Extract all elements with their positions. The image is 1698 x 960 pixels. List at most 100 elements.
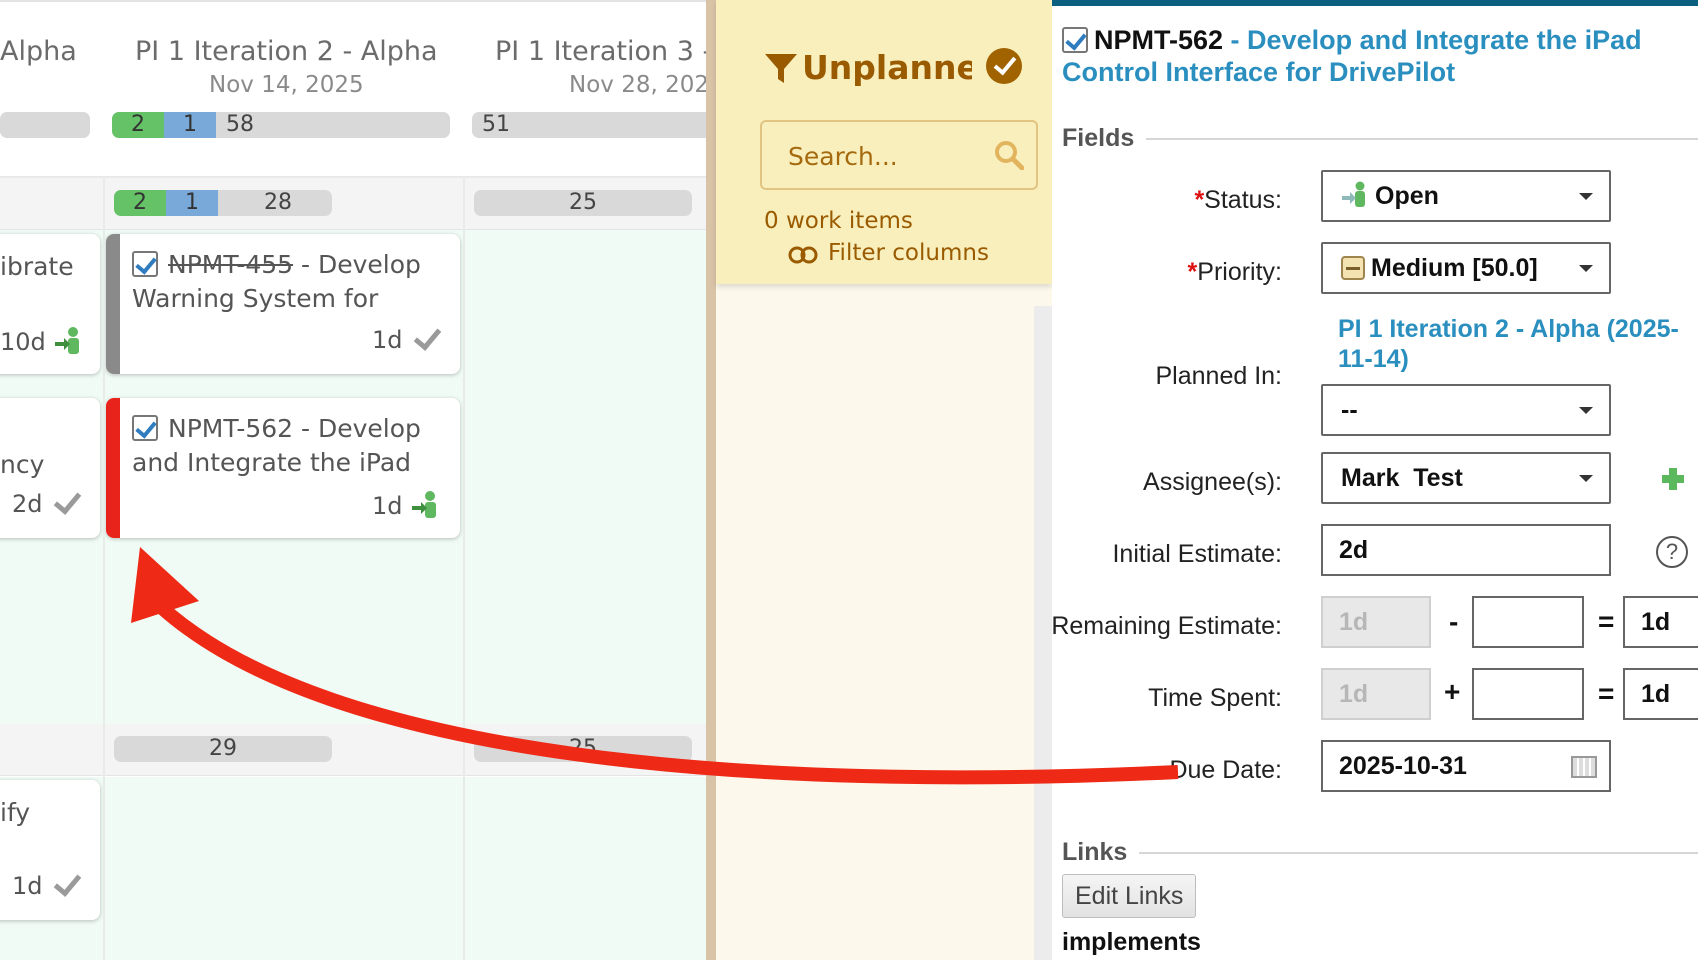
card-key[interactable]: NPMT-562 (168, 414, 293, 443)
move-user-icon (412, 491, 437, 518)
time-spent-current: 1d (1321, 668, 1431, 720)
task-checkbox-icon (1062, 27, 1088, 53)
due-date-input[interactable]: 2025-10-31 (1321, 740, 1611, 792)
detail-title: NPMT-562 - Develop and Integrate the iPa… (1062, 24, 1692, 88)
confirm-check-icon[interactable] (986, 48, 1022, 84)
estimate-value: 1d (372, 326, 403, 354)
required-mark: * (1187, 258, 1198, 286)
progress-remaining: 28 (264, 190, 292, 215)
card-estimate: 1d (12, 872, 80, 900)
progress-bar: 2 1 58 (112, 112, 450, 138)
work-item-card[interactable]: ify 1d (0, 780, 100, 920)
section-divider (1132, 852, 1698, 854)
links-section-header: Links (1062, 838, 1140, 867)
check-icon (410, 326, 440, 352)
progress-remaining: 29 (209, 736, 237, 761)
card-estimate: 10d (0, 326, 83, 356)
priority-value: Medium [50.0] (1371, 254, 1538, 282)
assignee-label: Assignee(s): (1143, 468, 1282, 496)
card-estimate: 1d (372, 490, 440, 520)
equals-operator: = (1598, 606, 1615, 637)
work-item-card-npmt-562[interactable]: NPMT-562 - Develop and Integrate the iPa… (106, 398, 460, 538)
priority-medium-icon (1341, 256, 1365, 280)
card-title-part: - Develop (293, 250, 421, 279)
column-divider (103, 178, 105, 960)
status-select[interactable]: Open (1321, 170, 1611, 222)
work-item-card[interactable]: ibrate 10d (0, 234, 100, 374)
priority-label: *Priority: (1188, 258, 1282, 287)
required-mark: * (1194, 186, 1205, 214)
chevron-down-icon (1579, 407, 1593, 414)
work-item-card-npmt-455[interactable]: NPMT-455 - Develop Warning System for 1d (106, 234, 460, 374)
initial-estimate-label: Initial Estimate: (1112, 540, 1282, 568)
task-checkbox-icon (132, 415, 158, 441)
swimlane-bar: 25 (474, 190, 692, 216)
card-key[interactable]: NPMT-455 (168, 250, 293, 279)
remaining-estimate-current: 1d (1321, 596, 1431, 648)
column-title: Alpha (0, 36, 77, 67)
card-title-line2: Warning System for (132, 284, 379, 313)
time-spent-adjust[interactable] (1472, 668, 1584, 720)
initial-estimate-input[interactable]: 2d (1321, 524, 1611, 576)
board-cell (465, 230, 706, 725)
card-estimate: 2d (12, 490, 80, 518)
priority-select[interactable]: Medium [50.0] (1321, 242, 1611, 294)
planning-board: Alpha PI 1 Iteration 2 - Alpha Nov 14, 2… (0, 0, 706, 960)
progress-bar: 51 (472, 112, 706, 138)
search-input[interactable] (788, 138, 988, 174)
card-title: NPMT-562 - Develop (132, 412, 421, 446)
assignee-value: Mark Test (1341, 464, 1463, 492)
remaining-estimate-adjust[interactable] (1472, 596, 1584, 648)
add-assignee-icon[interactable] (1662, 468, 1684, 490)
unplanned-title: Unplanned (802, 48, 972, 87)
card-title-line2: and Integrate the iPad (132, 448, 412, 476)
section-divider (1132, 138, 1698, 140)
card-title: ibrate (0, 252, 74, 281)
check-icon (50, 872, 80, 898)
column-header-iteration-2: PI 1 Iteration 2 - Alpha Nov 14, 2025 2 … (105, 2, 463, 178)
unplanned-search[interactable] (760, 120, 1038, 190)
time-spent-label: Time Spent: (1148, 684, 1282, 712)
progress-done: 2 (112, 112, 164, 138)
status-value: Open (1375, 182, 1439, 210)
time-spent-result: 1d (1623, 668, 1698, 720)
filter-columns-link[interactable]: Filter columns (828, 240, 989, 266)
card-title: ncy (0, 450, 45, 479)
equals-operator: = (1598, 678, 1615, 709)
toggle-icon[interactable] (788, 246, 818, 264)
work-item-card[interactable]: ncy 2d (0, 398, 100, 538)
board-cell (465, 777, 706, 960)
card-priority-stripe (106, 234, 120, 374)
status-label-text: Status: (1204, 186, 1282, 214)
status-open-icon (1342, 181, 1365, 207)
progress-remaining: 51 (482, 112, 510, 137)
swimlane-header: 2 1 28 25 (0, 178, 706, 230)
unplanned-header: Unplanned 0 work items Filter columns (716, 0, 1052, 284)
planned-in-link[interactable]: PI 1 Iteration 2 - Alpha (2025-11-14) (1338, 314, 1698, 374)
assignee-select[interactable]: Mark Test (1321, 452, 1611, 504)
card-title: NPMT-455 - Develop (132, 248, 421, 282)
column-header-iteration-1: Alpha (0, 2, 95, 178)
progress-bar (0, 112, 90, 138)
minus-operator: - (1449, 606, 1459, 637)
help-icon[interactable]: ? (1656, 536, 1688, 568)
remaining-estimate-result: 1d (1623, 596, 1698, 648)
progress-remaining: 58 (226, 112, 254, 137)
progress-remaining: 25 (569, 190, 597, 215)
scrollbar[interactable] (1034, 306, 1052, 960)
swimlane-header: 29 25 (0, 724, 706, 776)
calendar-icon[interactable] (1571, 756, 1597, 778)
edit-links-button[interactable]: Edit Links (1062, 874, 1197, 918)
card-estimate: 1d (372, 326, 440, 354)
column-date: Nov 28, 2025 (569, 72, 706, 98)
planned-in-select[interactable]: -- (1321, 384, 1611, 436)
column-date: Nov 14, 2025 (209, 72, 364, 98)
detail-key[interactable]: NPMT-562 (1094, 25, 1223, 55)
due-date-value: 2025-10-31 (1339, 752, 1467, 780)
work-items-count: 0 work items (764, 208, 913, 234)
priority-label-text: Priority: (1197, 258, 1282, 286)
fields-section-header: Fields (1062, 124, 1147, 153)
check-icon (50, 490, 80, 516)
search-icon[interactable] (994, 140, 1024, 170)
estimate-value: 2d (12, 490, 43, 518)
